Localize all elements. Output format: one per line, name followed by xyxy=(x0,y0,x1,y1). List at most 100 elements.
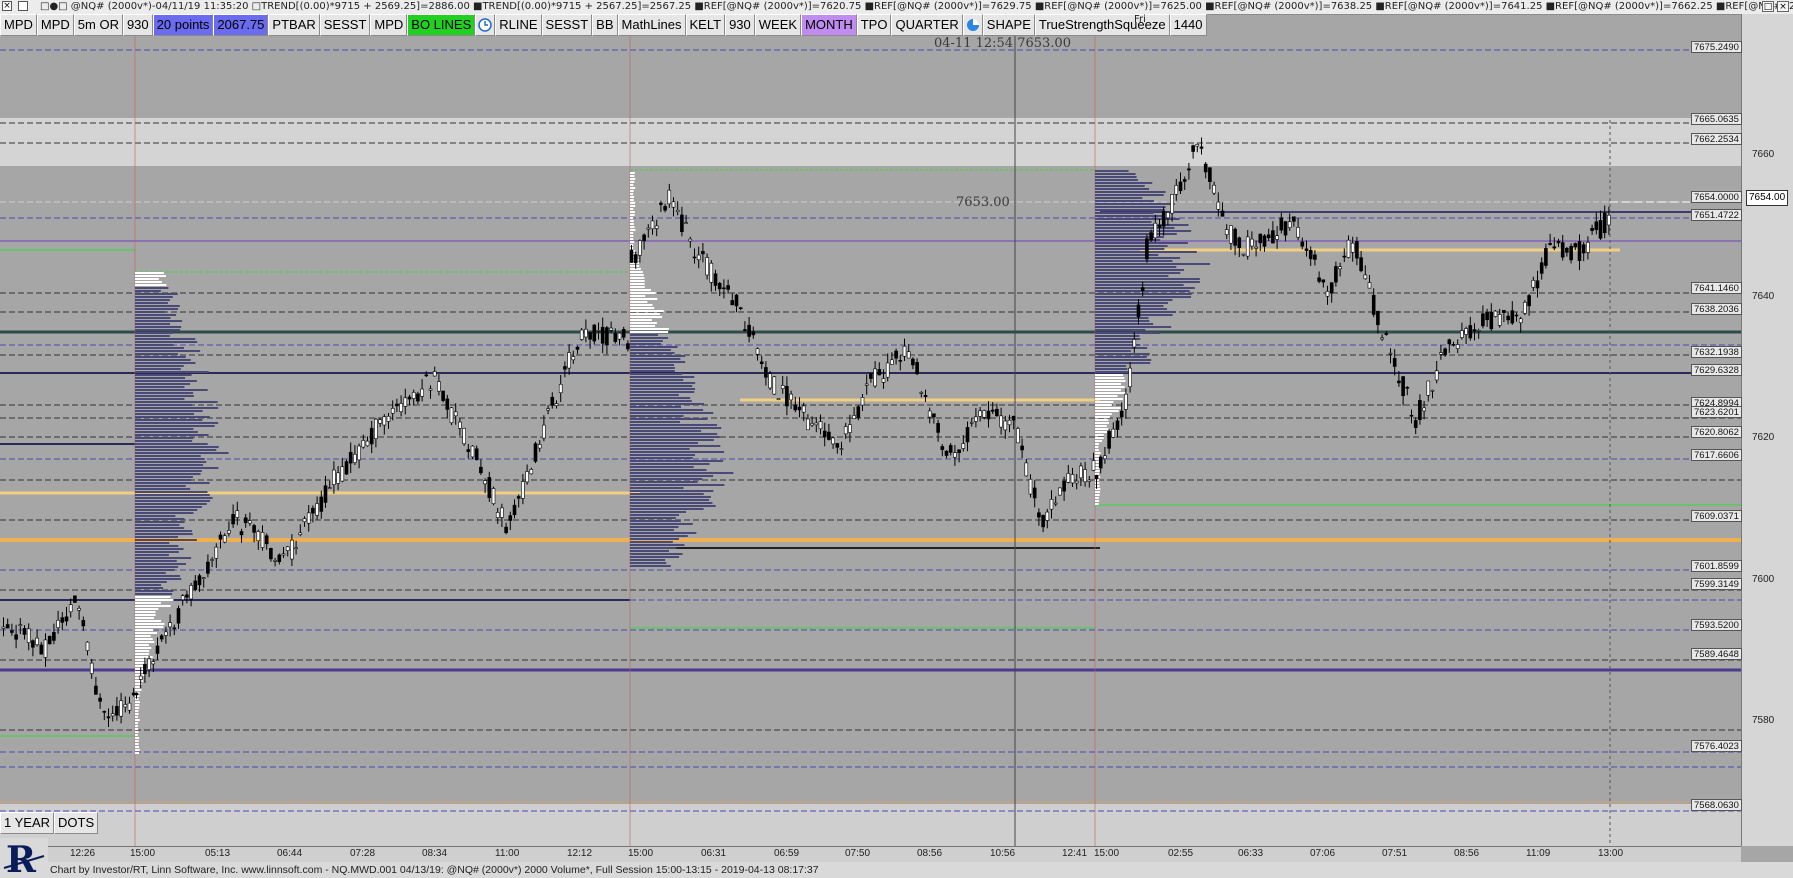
investor-rt-logo-icon: R xyxy=(0,838,48,878)
volume-profile-bar xyxy=(1095,257,1181,259)
volume-profile-bar xyxy=(630,214,635,216)
toolbar-button-sesst[interactable]: SESST xyxy=(541,14,593,36)
close-icon[interactable]: × xyxy=(1777,1,1789,12)
candlestick xyxy=(1455,344,1460,349)
toolbar-button-mpd[interactable]: MPD xyxy=(370,14,408,36)
close-x-icon[interactable]: × xyxy=(2,1,12,11)
candlestick xyxy=(1149,232,1153,241)
toolbar-button-truestrengthsqueeze[interactable]: TrueStrengthSqueeze xyxy=(1034,14,1170,36)
time-tick-label: 15:00 xyxy=(130,848,156,859)
candlestick xyxy=(785,386,789,407)
volume-profile-bar xyxy=(135,326,182,328)
candlestick xyxy=(684,222,688,224)
toolbar-button-mpd[interactable]: MPD xyxy=(0,14,37,36)
candlestick xyxy=(390,408,395,414)
candlestick xyxy=(692,256,697,259)
toolbar-button-shape[interactable]: SHAPE xyxy=(982,14,1035,36)
candlestick xyxy=(1464,328,1468,335)
volume-profile-bar xyxy=(135,587,164,589)
candlestick xyxy=(730,300,735,306)
candlestick xyxy=(260,532,265,548)
volume-profile-bar xyxy=(1095,398,1123,400)
volume-profile-bar xyxy=(630,208,634,210)
volume-profile-bar xyxy=(630,427,722,429)
candlestick xyxy=(810,423,814,426)
volume-profile-bar xyxy=(1095,314,1173,316)
candlestick xyxy=(1598,220,1603,239)
volume-profile-bar xyxy=(135,500,211,502)
candlestick xyxy=(890,359,894,365)
candlestick xyxy=(696,254,701,261)
bottom-button-dots[interactable]: DOTS xyxy=(54,812,99,834)
candlestick xyxy=(1371,294,1376,315)
toolbar-button-mathlines[interactable]: MathLines xyxy=(617,14,686,36)
candlestick xyxy=(197,575,202,586)
volume-profile-bar xyxy=(630,412,714,414)
toolbar-button-sesst[interactable]: SESST xyxy=(319,14,371,36)
candlestick xyxy=(458,421,462,429)
candlestick xyxy=(248,520,252,524)
candlestick xyxy=(512,504,517,516)
volume-profile-bar xyxy=(135,305,180,307)
volume-profile-bar xyxy=(135,398,185,400)
candlestick xyxy=(1275,235,1279,240)
toolbar-button-quarter[interactable]: QUARTER xyxy=(891,14,963,36)
volume-profile-bar xyxy=(135,419,203,421)
candlestick xyxy=(638,240,642,256)
candlestick xyxy=(617,332,622,340)
price-chart[interactable] xyxy=(0,36,1741,846)
candlestick xyxy=(1472,329,1477,332)
volume-profile-bar xyxy=(630,310,664,312)
toolbar-button-2067-75[interactable]: 2067.75 xyxy=(213,14,269,36)
toolbar-button-week[interactable]: WEEK xyxy=(754,14,802,36)
volume-profile-bar xyxy=(135,287,169,289)
candlestick xyxy=(424,374,429,377)
toolbar-button-5m-or[interactable]: 5m OR xyxy=(73,14,123,36)
toolbar-button-1440[interactable]: 1440 xyxy=(1169,14,1207,36)
volume-profile-bar xyxy=(1095,320,1150,322)
candlestick xyxy=(898,360,903,362)
candlestick xyxy=(1136,304,1141,318)
candlestick xyxy=(68,604,73,613)
toolbar-button-month[interactable]: MONTH xyxy=(801,14,857,36)
candlestick xyxy=(835,443,840,448)
square-icon[interactable] xyxy=(18,1,29,11)
volume-profile-bar xyxy=(630,430,702,432)
time-axis[interactable] xyxy=(0,846,1741,863)
volume-profile-bar xyxy=(1095,452,1101,454)
candlestick xyxy=(483,480,487,485)
pie-icon[interactable] xyxy=(962,14,983,36)
toolbar-button-bo-lines[interactable]: BO LINES xyxy=(407,14,476,36)
volume-profile-bar xyxy=(135,290,161,292)
candlestick xyxy=(143,663,147,675)
volume-profile-bar xyxy=(135,611,156,613)
toolbar-button-20-points[interactable]: 20 points xyxy=(152,14,214,36)
bottom-button-1-year[interactable]: 1 YEAR xyxy=(0,812,55,834)
candlestick xyxy=(47,635,52,645)
volume-profile-bar xyxy=(1095,437,1104,439)
candlestick xyxy=(1392,358,1397,367)
volume-profile-bar xyxy=(1095,194,1164,196)
toolbar-button-mpd[interactable]: MPD xyxy=(36,14,74,36)
candlestick xyxy=(479,466,483,474)
toolbar-button-ptbar[interactable]: PTBAR xyxy=(268,14,320,36)
toolbar-button-bb[interactable]: BB xyxy=(592,14,618,36)
candlestick xyxy=(633,254,638,264)
toolbar-button-930[interactable]: 930 xyxy=(725,14,755,36)
candlestick xyxy=(277,554,282,563)
clock-icon[interactable] xyxy=(475,14,496,36)
volume-profile-bar xyxy=(1095,227,1175,229)
toolbar-button-rline[interactable]: RLINE xyxy=(495,14,542,36)
candlestick xyxy=(306,512,311,524)
volume-profile-bar xyxy=(135,371,209,373)
volume-profile-bar xyxy=(1095,248,1165,250)
toolbar-button-tpo[interactable]: TPO xyxy=(856,14,892,36)
volume-profile-bar xyxy=(1095,374,1124,376)
toolbar-button-930[interactable]: 930 xyxy=(122,14,153,36)
candlestick xyxy=(999,415,1003,428)
toolbar-button-kelt[interactable]: KELT xyxy=(685,14,726,36)
volume-profile-bar xyxy=(1095,422,1109,424)
volume-profile-bar xyxy=(135,368,181,370)
maximize-icon[interactable]: □ xyxy=(1762,1,1774,12)
volume-profile-bar xyxy=(1095,242,1188,244)
